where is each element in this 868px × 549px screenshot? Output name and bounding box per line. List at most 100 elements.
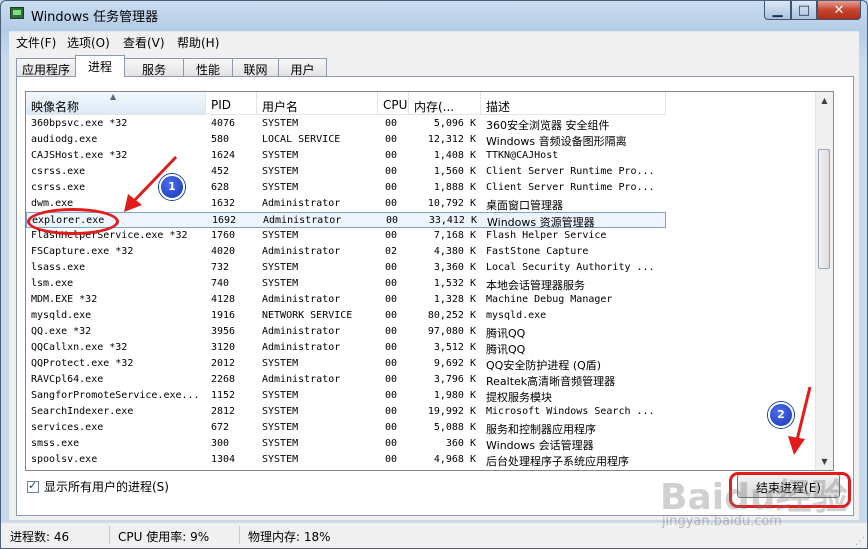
column-pid[interactable]: PID <box>206 92 257 115</box>
show-all-users-label: 显示所有用户的进程(S) <box>44 480 169 494</box>
cell-user: Administrator <box>263 215 342 226</box>
tab-networking[interactable]: 联网 <box>232 58 279 77</box>
table-row[interactable]: SearchIndexer.exe 2812 SYSTEM 00 19,992 K Mic… <box>26 404 666 420</box>
resize-grip-icon[interactable]: ⋰ <box>855 536 865 547</box>
cell-desc: mysqld.exe <box>486 310 547 321</box>
cell-user: Administrator <box>262 326 341 337</box>
table-row[interactable]: 360bpsvc.exe *32 4076 SYSTEM 00 5,096 K 360安全… <box>26 116 666 132</box>
vertical-scrollbar[interactable]: ▲ ▼ <box>815 92 833 470</box>
menu-view[interactable]: 查看(V) <box>123 34 165 51</box>
tab-performance[interactable]: 性能 <box>183 58 233 77</box>
column-user[interactable]: 用户名 <box>257 92 378 115</box>
cell-cpu: 00 <box>385 118 398 129</box>
menu-options[interactable]: 选项(O) <box>67 34 110 51</box>
maximize-button[interactable]: □ <box>791 1 817 20</box>
scroll-thumb[interactable] <box>818 149 830 269</box>
close-button[interactable]: ✕ <box>817 1 861 20</box>
scroll-up-icon[interactable]: ▲ <box>816 92 833 109</box>
step-1-badge: 1 <box>159 174 185 200</box>
column-memory[interactable]: 内存(... <box>409 92 481 115</box>
status-cpu-usage: CPU 使用率: 9% <box>118 530 210 544</box>
cell-desc: 服务和控制器应用程序 <box>486 423 596 436</box>
tab-services[interactable]: 服务 <box>124 58 184 77</box>
menu-help[interactable]: 帮助(H) <box>177 34 219 51</box>
cell-mem: 1,408 K <box>433 150 476 161</box>
table-row[interactable]: RAVCpl64.exe 2268 Administrator 00 3,796 K Re… <box>26 372 666 388</box>
cell-mem: 80,252 K <box>427 310 476 321</box>
table-row[interactable]: QQProtect.exe *32 2012 SYSTEM 00 9,692 K QQ安全… <box>26 356 666 372</box>
client-area: 应用程序 进程 服务 性能 联网 用户 ▲ 映像名称 PID 用户名 CPU 内… <box>9 51 859 520</box>
table-row[interactable]: spoolsv.exe 1304 SYSTEM 00 4,968 K 后台处理程序子系统应… <box>26 452 666 468</box>
table-row[interactable]: lsass.exe 732 SYSTEM 00 3,360 K Local Securit… <box>26 260 666 276</box>
cell-name: MDM.EXE *32 <box>31 294 98 305</box>
cell-desc: FastStone Capture <box>486 246 589 257</box>
cell-cpu: 00 <box>385 438 398 449</box>
cell-mem: 12,312 K <box>427 134 476 145</box>
cell-desc: Microsoft Windows Search ... <box>486 406 655 417</box>
table-row[interactable]: services.exe 672 SYSTEM 00 5,088 K 服务和控制器应用程序 <box>26 420 666 436</box>
cell-name: lsm.exe <box>31 278 74 289</box>
table-row[interactable]: FlashHelperService.exe *32 1760 SYSTEM 00 7,… <box>26 228 666 244</box>
cell-desc: Local Security Authority ... <box>486 262 655 273</box>
cell-pid: 300 <box>211 438 230 449</box>
task-manager-icon <box>10 7 24 19</box>
cell-mem: 5,088 K <box>433 422 476 433</box>
column-cpu[interactable]: CPU <box>378 92 409 115</box>
cell-pid: 672 <box>211 422 230 433</box>
process-table: ▲ 映像名称 PID 用户名 CPU 内存(... 描述 360bpsvc.ex… <box>25 91 834 471</box>
cell-name: CAJSHost.exe *32 <box>31 150 128 161</box>
cell-mem: 1,328 K <box>433 294 476 305</box>
cell-mem: 9,692 K <box>433 358 476 369</box>
cell-pid: 2012 <box>211 358 236 369</box>
baidu-watermark-logo: Baidu经验 <box>660 477 848 518</box>
cell-mem: 33,412 K <box>428 215 477 226</box>
cell-name: QQProtect.exe *32 <box>31 358 134 369</box>
minimize-button[interactable]: ▁ <box>764 1 791 20</box>
cell-user: SYSTEM <box>262 358 299 369</box>
cell-mem: 97,080 K <box>427 326 476 337</box>
table-row[interactable]: CAJSHost.exe *32 1624 SYSTEM 00 1,408 K TTKN@… <box>26 148 666 164</box>
cell-desc: 腾讯QQ <box>486 327 526 340</box>
column-description[interactable]: 描述 <box>481 92 666 115</box>
table-row[interactable]: FSCapture.exe *32 4020 Administrator 02 4,38… <box>26 244 666 260</box>
menu-file[interactable]: 文件(F) <box>16 34 56 51</box>
cell-cpu: 00 <box>385 230 398 241</box>
cell-user: SYSTEM <box>262 262 299 273</box>
cell-name: SearchIndexer.exe <box>31 406 134 417</box>
table-row[interactable]: explorer.exe 1692 Administrator 00 33,412 KW… <box>26 212 666 229</box>
table-row[interactable]: QQCallxn.exe *32 3120 Administrator 00 3,512… <box>26 340 666 356</box>
table-row[interactable]: csrss.exe 452 SYSTEM 00 1,560 K Client Server… <box>26 164 666 180</box>
tab-applications[interactable]: 应用程序 <box>16 58 76 77</box>
show-all-users-checkbox[interactable] <box>27 479 39 493</box>
cell-name: smss.exe <box>31 438 80 449</box>
table-row[interactable]: QQ.exe *32 3956 Administrator 00 97,080 K 腾讯Q… <box>26 324 666 340</box>
table-row[interactable]: audiodg.exe 580 LOCAL SERVICE 00 12,312 K Win… <box>26 132 666 148</box>
window-title: Windows 任务管理器 <box>31 10 159 25</box>
table-row[interactable]: SangforPromoteService.exe... 1152 SYSTEM 00… <box>26 388 666 404</box>
cell-user: SYSTEM <box>262 230 299 241</box>
table-row[interactable]: csrss.exe 628 SYSTEM 00 1,888 K Client Server… <box>26 180 666 196</box>
table-row[interactable]: smss.exe 300 SYSTEM 00 360 K Windows 会话管理器 <box>26 436 666 452</box>
cell-user: SYSTEM <box>262 278 299 289</box>
cell-cpu: 00 <box>385 422 398 433</box>
cell-name: services.exe <box>31 422 104 433</box>
cell-user: SYSTEM <box>262 438 299 449</box>
task-manager-window: Windows 任务管理器 ▁ □ ✕ 文件(F) 选项(O) 查看(V) 帮助… <box>0 0 868 549</box>
status-process-count: 进程数: 46 <box>10 530 70 544</box>
cell-mem: 1,888 K <box>433 182 476 193</box>
table-row[interactable]: dwm.exe 1632 Administrator 00 10,792 K 桌面窗口管理… <box>26 196 666 212</box>
column-image-name[interactable]: ▲ 映像名称 <box>26 92 206 115</box>
maximize-icon: □ <box>797 2 811 18</box>
cell-desc: Realtek高清晰音频管理器 <box>486 375 616 388</box>
tab-processes[interactable]: 进程 <box>75 55 125 77</box>
title-bar[interactable]: Windows 任务管理器 ▁ □ ✕ <box>1 1 867 29</box>
cell-name: FSCapture.exe *32 <box>31 246 134 257</box>
tab-users[interactable]: 用户 <box>278 58 327 77</box>
cell-mem: 4,968 K <box>433 454 476 465</box>
table-row[interactable]: mysqld.exe 1916 NETWORK SERVICE 00 80,252 K m… <box>26 308 666 324</box>
show-all-users-option[interactable]: 显示所有用户的进程(S) <box>27 478 169 495</box>
cell-mem: 19,992 K <box>427 406 476 417</box>
table-row[interactable]: lsm.exe 740 SYSTEM 00 1,532 K 本地会话管理器服务 <box>26 276 666 292</box>
table-row[interactable]: MDM.EXE *32 4128 Administrator 00 1,328 K Mac… <box>26 292 666 308</box>
cell-cpu: 00 <box>385 374 398 385</box>
